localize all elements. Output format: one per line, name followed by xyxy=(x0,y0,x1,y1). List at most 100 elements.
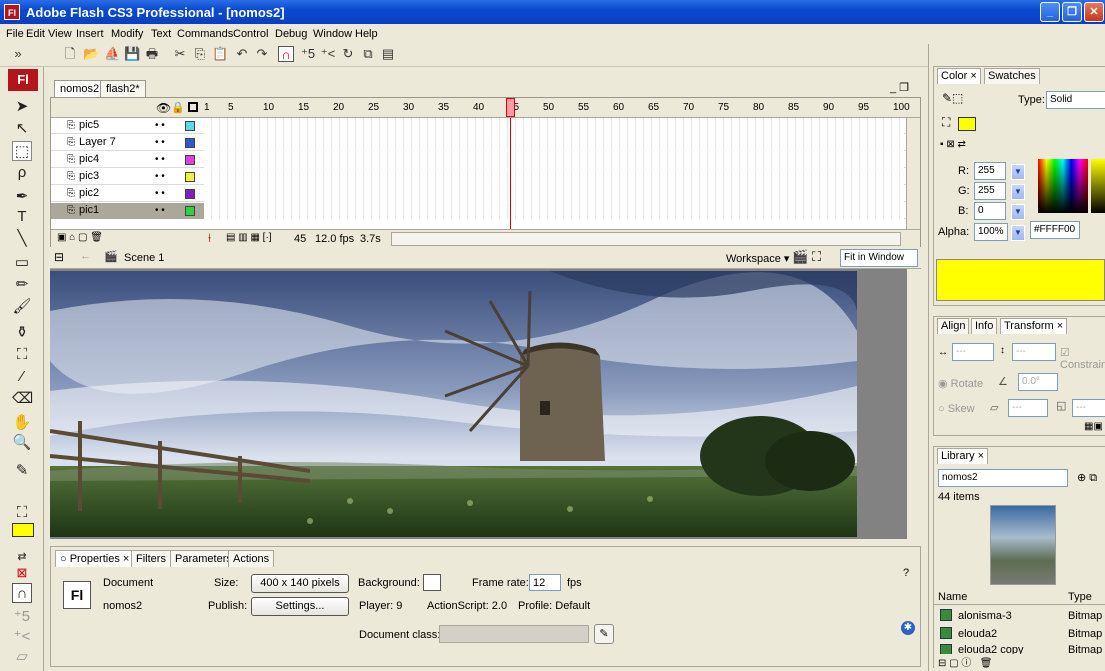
b-dropdown-icon[interactable]: ▼ xyxy=(1011,204,1025,220)
visibility-lock-dots[interactable]: • • xyxy=(155,120,165,131)
skew-h-input[interactable]: --- xyxy=(1008,399,1048,417)
rectangle-tool-icon[interactable]: ▭ xyxy=(12,253,32,273)
column-type[interactable]: Type xyxy=(1068,591,1092,603)
stage[interactable] xyxy=(50,269,921,539)
layer-header[interactable]: ⎘ pic2 • • xyxy=(51,186,204,202)
copy-icon[interactable]: ⎘ xyxy=(192,46,208,62)
library-document-select[interactable]: nomos2 xyxy=(938,469,1068,487)
r-input[interactable]: 255 xyxy=(974,162,1006,180)
hand-tool-icon[interactable]: ✋ xyxy=(12,413,32,433)
open-folder-icon[interactable]: 📂 xyxy=(83,46,99,62)
maximize-button[interactable]: ❐ xyxy=(1062,2,1082,22)
skew-v-input[interactable]: --- xyxy=(1072,399,1105,417)
menu-modify[interactable]: Modify xyxy=(111,28,143,40)
text-tool-icon[interactable]: T xyxy=(12,207,32,227)
copy-transform-icon[interactable]: ▦▣ xyxy=(1084,421,1103,432)
g-input[interactable]: 255 xyxy=(974,182,1006,200)
color-spectrum[interactable] xyxy=(1038,159,1088,213)
stroke-pencil-icon[interactable]: ✎⬚ xyxy=(942,91,963,105)
frame-ruler[interactable]: 1510152025303540455055606570758085909510… xyxy=(204,98,910,117)
layer-header[interactable]: ⎘ Layer 7 • • xyxy=(51,135,204,151)
library-item[interactable]: elouda2 Bitmap xyxy=(934,625,1105,643)
no-color-icon[interactable]: ⊠ xyxy=(12,563,32,583)
undo-icon[interactable]: ↶ xyxy=(234,46,250,62)
layer-outline-color-swatch[interactable] xyxy=(185,206,195,216)
snap-to-objects-icon[interactable]: ∩ xyxy=(12,583,32,603)
zoom-tool-icon[interactable]: 🔍 xyxy=(12,433,32,453)
layer-row[interactable]: ⎘ pic1 • • xyxy=(51,203,920,219)
tab-library[interactable]: Library × xyxy=(937,448,989,464)
onion-skin-icons[interactable]: ▤ ▥ ▦ [·] xyxy=(226,232,272,243)
panel-collapse-icon[interactable]: » xyxy=(10,46,26,62)
layer-outline-color-swatch[interactable] xyxy=(185,138,195,148)
selection-tool-icon[interactable]: ➤ xyxy=(12,97,32,117)
paste-icon[interactable]: 📋 xyxy=(212,46,228,62)
constrain-checkbox[interactable]: ☑ Constrain xyxy=(1060,346,1105,371)
layer-frames[interactable] xyxy=(204,169,904,185)
menu-file[interactable]: File xyxy=(6,28,24,40)
tab-flash2[interactable]: flash2* xyxy=(100,80,146,98)
menu-text[interactable]: Text xyxy=(151,28,171,40)
tab-transform[interactable]: Transform × xyxy=(1000,318,1068,334)
layer-outline-color-swatch[interactable] xyxy=(185,121,195,131)
stroke-color-icon[interactable]: ✎ xyxy=(12,461,32,481)
new-file-icon[interactable]: 🗋 xyxy=(62,46,78,62)
pencil-tool-icon[interactable]: ✏ xyxy=(12,275,32,295)
visibility-lock-dots[interactable]: • • xyxy=(155,154,165,165)
timeline-hscrollbar[interactable] xyxy=(391,232,901,246)
add-layer-icon[interactable]: ▣ ⌂ ▢ 🗑 xyxy=(57,232,103,243)
edit-symbol-icon[interactable]: ⛶ xyxy=(812,249,821,265)
visibility-lock-dots[interactable]: • • xyxy=(155,205,165,216)
pen-tool-icon[interactable]: ✒ xyxy=(12,187,32,207)
tab-actions[interactable]: Actions xyxy=(228,550,275,567)
library-item[interactable]: alonisma-3 Bitmap xyxy=(934,607,1105,625)
background-color-swatch[interactable] xyxy=(423,574,441,591)
skew-radio[interactable]: ○ Skew xyxy=(938,403,975,415)
layer-row[interactable]: ⎘ pic5 • • xyxy=(51,118,920,134)
smooth-option-icon[interactable]: ⁺5 xyxy=(12,607,32,627)
tab-align[interactable]: Align xyxy=(937,318,970,334)
subselection-tool-icon[interactable]: ↖ xyxy=(12,119,32,139)
tab-color[interactable]: Color × xyxy=(937,68,981,84)
free-transform-tool-icon[interactable]: ⬚ xyxy=(12,141,32,161)
brush-tool-icon[interactable]: 🖌 xyxy=(12,297,32,317)
layer-row[interactable]: ⎘ Layer 7 • • xyxy=(51,135,920,151)
fill-bucket-icon[interactable]: ⛶ xyxy=(12,503,32,523)
straighten-icon[interactable]: ⁺< xyxy=(320,46,336,62)
outline-icon[interactable] xyxy=(188,102,198,112)
g-dropdown-icon[interactable]: ▼ xyxy=(1011,184,1025,200)
eraser-tool-icon[interactable]: ⌫ xyxy=(12,389,33,409)
zoom-select[interactable]: Fit in Window xyxy=(840,249,918,267)
stage-vscrollbar[interactable] xyxy=(907,269,921,539)
ink-bottle-tool-icon[interactable]: ⚱ xyxy=(12,323,32,343)
print-icon[interactable]: 🖶 xyxy=(144,46,160,62)
fill-color-swatch[interactable] xyxy=(12,523,34,537)
alpha-input[interactable]: 100% xyxy=(974,223,1008,241)
swap-none-icons[interactable]: ▪ ⊠ ⇄ xyxy=(940,139,966,150)
hex-input[interactable]: #FFFF00 xyxy=(1030,221,1080,239)
edit-class-pencil-icon[interactable]: ✎ xyxy=(594,624,614,644)
lasso-tool-icon[interactable]: ρ xyxy=(12,163,32,183)
fill-bucket-icon[interactable]: ⛶ xyxy=(942,115,950,130)
line-tool-icon[interactable]: ╲ xyxy=(12,229,32,249)
layer-row[interactable]: ⎘ pic3 • • xyxy=(51,169,920,185)
tab-swatches[interactable]: Swatches xyxy=(984,68,1040,84)
menu-edit[interactable]: Edit xyxy=(26,28,45,40)
frame-rate-input[interactable]: 12 xyxy=(529,574,561,591)
snap-magnet-icon[interactable]: ∩ xyxy=(278,46,294,62)
cut-icon[interactable]: ✂ xyxy=(172,46,188,62)
visibility-lock-dots[interactable]: • • xyxy=(155,137,165,148)
eyedropper-tool-icon[interactable]: ⁄ xyxy=(12,367,32,387)
layer-header[interactable]: ⎘ pic4 • • xyxy=(51,152,204,168)
layer-header[interactable]: ⎘ pic5 • • xyxy=(51,118,204,134)
layer-frames[interactable] xyxy=(204,186,904,202)
fill-swatch[interactable] xyxy=(958,117,976,131)
minimize-button[interactable]: _ xyxy=(1040,2,1060,22)
tab-nomos2[interactable]: nomos2 xyxy=(54,80,106,98)
menu-debug[interactable]: Debug xyxy=(275,28,307,40)
menu-insert[interactable]: Insert xyxy=(76,28,104,40)
menu-window[interactable]: Window xyxy=(313,28,352,40)
library-footer-icons[interactable]: ⊟ ▢ ⓘ 🗑 xyxy=(934,654,1105,669)
layer-row[interactable]: ⎘ pic2 • • xyxy=(51,186,920,202)
tab-info[interactable]: Info xyxy=(971,318,998,334)
